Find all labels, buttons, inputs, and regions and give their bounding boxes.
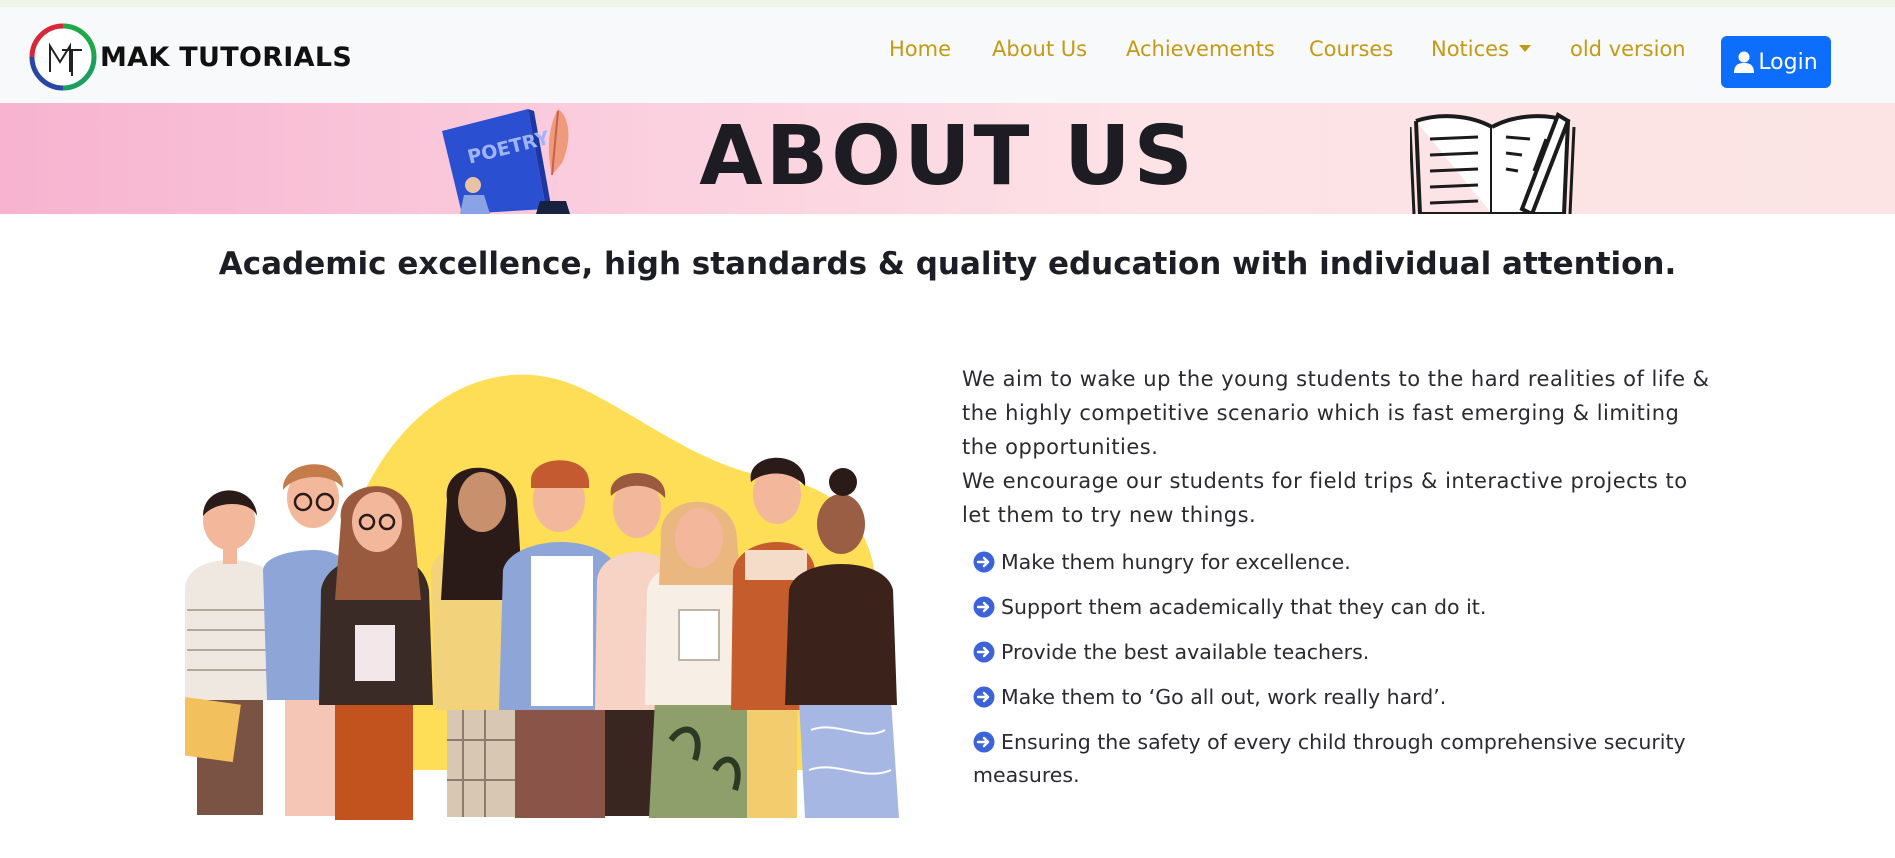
user-icon (1734, 51, 1755, 73)
nav-home[interactable]: Home (889, 37, 951, 61)
nav-achievements[interactable]: Achievements (1126, 37, 1275, 61)
bullet-text: Make them hungry for excellence. (1001, 550, 1351, 574)
brand[interactable]: MAK TUTORIALS (28, 21, 352, 93)
top-accent-line (0, 0, 1895, 7)
mak-logo-icon (29, 23, 97, 91)
arrow-right-circle-icon (973, 641, 995, 663)
nav-about-us[interactable]: About Us (992, 37, 1087, 61)
arrow-right-circle-icon (973, 551, 995, 573)
tagline: Academic excellence, high standards & qu… (218, 246, 1677, 282)
bullet-text: Provide the best available teachers. (1001, 640, 1370, 664)
arrow-right-circle-icon (973, 731, 995, 753)
about-description: We aim to wake up the young students to … (962, 362, 1722, 532)
nav-notices-label: Notices (1431, 37, 1510, 61)
bullet-text: Make them to ‘Go all out, work really ha… (1001, 685, 1447, 709)
about-paragraph-2: We encourage our students for field trip… (962, 469, 1688, 527)
login-button[interactable]: Login (1721, 36, 1831, 88)
students-group-illustration (185, 374, 899, 820)
arrow-right-circle-icon (973, 686, 995, 708)
list-item: Support them academically that they can … (973, 591, 1693, 624)
arrow-right-circle-icon (973, 596, 995, 618)
bullet-text: Ensuring the safety of every child throu… (973, 730, 1686, 787)
brand-name: MAK TUTORIALS (100, 41, 353, 73)
open-book-pen-icon (1410, 112, 1576, 214)
nav-courses[interactable]: Courses (1309, 37, 1393, 61)
caret-down-icon (1519, 45, 1532, 52)
navbar: MAK TUTORIALS Home About Us Achievements… (0, 7, 1895, 103)
list-item: Make them hungry for excellence. (973, 546, 1693, 579)
login-label: Login (1758, 49, 1818, 75)
banner-title: ABOUT US (699, 109, 1196, 204)
about-bullets: Make them hungry for excellence. Support… (973, 546, 1693, 804)
bullet-text: Support them academically that they can … (1001, 595, 1487, 619)
list-item: Provide the best available teachers. (973, 636, 1693, 669)
list-item: Ensuring the safety of every child throu… (973, 726, 1693, 792)
about-paragraph-1: We aim to wake up the young students to … (962, 367, 1710, 459)
nav-old-version[interactable]: old version (1570, 37, 1686, 61)
nav-notices-dropdown[interactable]: Notices (1431, 37, 1532, 61)
page-banner: POETRY ABOUT US (0, 103, 1895, 214)
list-item: Make them to ‘Go all out, work really ha… (973, 681, 1693, 714)
